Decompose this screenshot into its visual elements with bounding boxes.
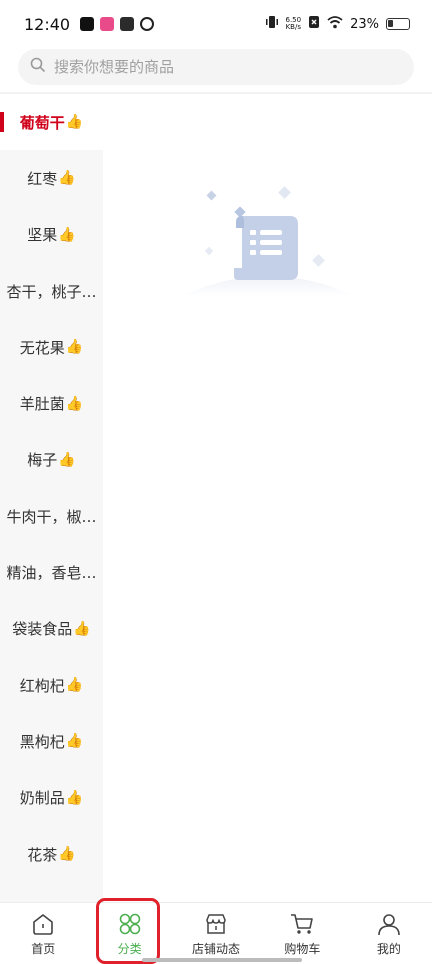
thumbs-up-icon: 👍 bbox=[58, 451, 76, 468]
nav-home-label: 首页 bbox=[31, 942, 56, 956]
category-item-figs[interactable]: 无花果 👍 bbox=[0, 319, 103, 375]
category-label: 袋装食品 bbox=[12, 620, 73, 639]
category-item-plums[interactable]: 梅子 👍 bbox=[0, 432, 103, 488]
category-item-essential-oils[interactable]: 精油，香皂… bbox=[0, 544, 103, 600]
game-app-icon bbox=[120, 17, 135, 31]
category-item-red-goji[interactable]: 红枸杞 👍 bbox=[0, 657, 103, 713]
nav-category[interactable]: 分类 bbox=[86, 903, 172, 964]
empty-state-illustration bbox=[178, 186, 358, 302]
vibrate-icon bbox=[265, 15, 279, 33]
category-item-morels[interactable]: 羊肚菌 👍 bbox=[0, 375, 103, 431]
sim-icon bbox=[308, 15, 320, 33]
category-label: 黑枸杞 bbox=[19, 732, 65, 751]
thumbs-up-icon: 👍 bbox=[65, 395, 84, 412]
nav-cart-label: 购物车 bbox=[284, 942, 321, 956]
battery-icon bbox=[386, 18, 410, 30]
category-icon bbox=[119, 913, 140, 935]
category-item-flower-tea[interactable]: 花茶 👍 bbox=[0, 826, 103, 882]
search-input[interactable] bbox=[54, 58, 374, 76]
shopping-app-icon bbox=[100, 17, 115, 31]
thumbs-up-icon: 👍 bbox=[58, 846, 76, 862]
network-speed: 6.50 KB/s bbox=[285, 16, 302, 31]
thumbs-up-icon: 👍 bbox=[65, 789, 84, 806]
wifi-icon bbox=[327, 15, 343, 33]
category-label: 杏干，桃子… bbox=[6, 282, 97, 301]
nav-mine[interactable]: 我的 bbox=[346, 903, 432, 964]
category-label: 红枣 bbox=[27, 169, 58, 188]
store-icon bbox=[206, 914, 226, 934]
status-time: 12:40 bbox=[24, 14, 71, 34]
category-label: 花茶 bbox=[27, 845, 58, 864]
category-label: 坚果 bbox=[27, 226, 58, 245]
category-label: 牛肉干，椒… bbox=[6, 507, 97, 526]
category-label: 红枸杞 bbox=[19, 676, 65, 695]
tiktok-icon bbox=[80, 17, 95, 31]
home-indicator bbox=[142, 958, 302, 962]
nav-store-news-label: 店铺动态 bbox=[192, 942, 241, 956]
category-label: 葡萄干 bbox=[19, 113, 65, 132]
battery-percent: 23% bbox=[350, 16, 379, 32]
thumbs-up-icon: 👍 bbox=[65, 339, 84, 356]
status-bar: 12:40 6.50 KB/s 23% bbox=[0, 0, 432, 48]
search-bar[interactable] bbox=[18, 49, 414, 85]
thumbs-up-icon: 👍 bbox=[73, 620, 91, 637]
nav-category-label: 分类 bbox=[117, 942, 142, 956]
category-item-apricots-peaches[interactable]: 杏干，桃子… bbox=[0, 263, 103, 319]
category-item-beef-jerky[interactable]: 牛肉干，椒… bbox=[0, 488, 103, 544]
nav-store-news[interactable]: 店铺动态 bbox=[173, 903, 259, 964]
category-label: 羊肚菌 bbox=[19, 395, 65, 414]
nav-cart[interactable]: 购物车 bbox=[259, 903, 345, 964]
category-label: 精油，香皂… bbox=[6, 564, 97, 583]
thumbs-up-icon: 👍 bbox=[58, 170, 76, 187]
category-item-packaged-food[interactable]: 袋装食品 👍 bbox=[0, 601, 103, 657]
link-app-icon bbox=[140, 17, 155, 31]
category-label: 奶制品 bbox=[19, 789, 65, 808]
thumbs-up-icon: 👍 bbox=[65, 733, 84, 750]
category-item-red-dates[interactable]: 红枣 👍 bbox=[0, 150, 103, 206]
nav-mine-label: 我的 bbox=[376, 942, 401, 956]
user-icon bbox=[378, 914, 400, 936]
category-item-black-goji[interactable]: 黑枸杞 👍 bbox=[0, 713, 103, 769]
category-label: 无花果 bbox=[19, 338, 65, 357]
bottom-navigation: 首页 分类 店铺动态 购物车 我的 bbox=[0, 902, 432, 964]
category-item-nuts[interactable]: 坚果 👍 bbox=[0, 207, 103, 263]
thumbs-up-icon: 👍 bbox=[65, 114, 84, 131]
category-item-raisins[interactable]: 葡萄干 👍 bbox=[0, 94, 103, 151]
nav-home[interactable]: 首页 bbox=[0, 903, 86, 964]
category-item-dairy[interactable]: 奶制品 👍 bbox=[0, 770, 103, 826]
cart-icon bbox=[291, 914, 314, 934]
thumbs-up-icon: 👍 bbox=[58, 226, 76, 243]
home-icon bbox=[33, 914, 54, 935]
category-label: 梅子 bbox=[27, 451, 58, 470]
category-sidebar: 葡萄干 👍 红枣 👍 坚果 👍 杏干，桃子… 无花果 👍 羊肚菌 👍 梅子 👍 牛肉干，椒…… bbox=[0, 94, 103, 902]
thumbs-up-icon: 👍 bbox=[65, 677, 84, 694]
search-icon bbox=[30, 57, 46, 77]
